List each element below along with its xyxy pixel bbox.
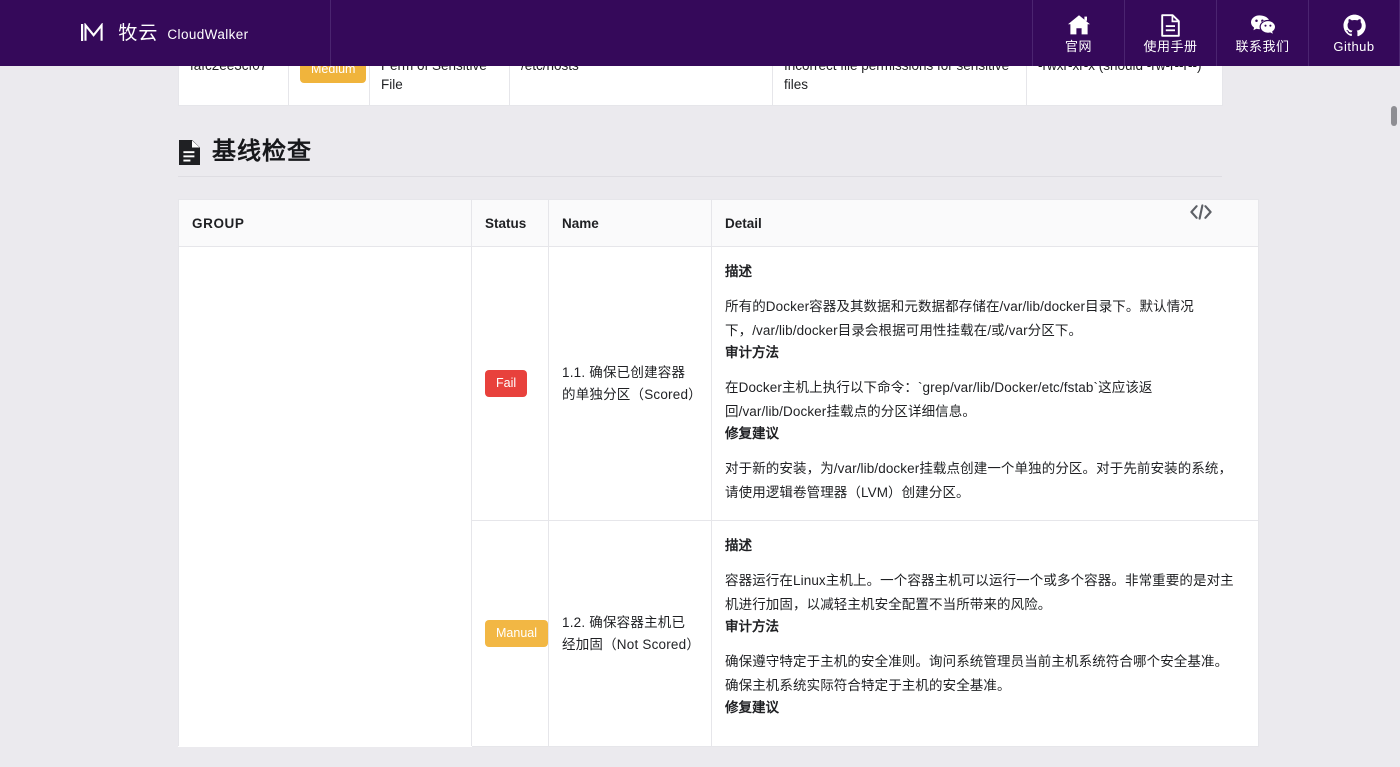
baseline-check-table: GROUP Status Name Detail Fail 1.1. 确保已创建… — [178, 199, 1259, 747]
document-icon — [1161, 13, 1180, 37]
brand-name-en: CloudWalker — [167, 26, 249, 42]
nav-label-official-site: 官网 — [1064, 39, 1092, 54]
github-icon — [1342, 13, 1366, 37]
document-report-icon — [178, 139, 201, 166]
brand-logo[interactable]: 牧云 CloudWalker — [0, 0, 331, 66]
baseline-table-head: GROUP Status Name Detail — [178, 199, 1259, 247]
top-navigation-bar: 牧云 CloudWalker 官网 使用手册 联系我们 Github — [0, 0, 1400, 66]
detail-heading-remediation: 修复建议 — [725, 426, 779, 441]
column-header-name[interactable]: Name — [548, 199, 712, 247]
detail-text-remediation: 对于新的安装，为/var/lib/docker挂载点创建一个单独的分区。对于先前… — [725, 461, 1233, 500]
detail-heading-audit: 审计方法 — [725, 345, 779, 360]
detail-section-remediation: 修复建议 对于新的安装，为/var/lib/docker挂载点创建一个单独的分区… — [725, 424, 1240, 505]
column-header-group[interactable]: GROUP — [178, 199, 472, 247]
cloudwalker-logo-mark — [81, 23, 111, 43]
detail-section-audit: 审计方法 在Docker主机上执行以下命令：`grep/var/lib/Dock… — [725, 343, 1240, 424]
baseline-table-body: Fail 1.1. 确保已创建容器的单独分区（Scored） 描述 所有的Doc… — [178, 246, 1259, 747]
nav-item-manual[interactable]: 使用手册 — [1124, 0, 1216, 66]
status-badge-fail: Fail — [485, 370, 528, 397]
baseline-status-cell: Manual — [471, 520, 549, 747]
detail-heading-description: 描述 — [725, 538, 752, 553]
scrollbar-thumb[interactable] — [1391, 106, 1397, 126]
brand-name-cn: 牧云 — [118, 22, 159, 44]
detail-section-description: 描述 容器运行在Linux主机上。一个容器主机可以运行一个或多个容器。非常重要的… — [725, 536, 1240, 617]
page-title: 基线检查 — [212, 138, 312, 165]
baseline-name-cell: 1.2. 确保容器主机已经加固（Not Scored） — [548, 520, 712, 747]
detail-text-description: 容器运行在Linux主机上。一个容器主机可以运行一个或多个容器。非常重要的是对主… — [725, 573, 1234, 612]
baseline-detail-cell: 描述 所有的Docker容器及其数据和元数据都存储在/var/lib/docke… — [711, 246, 1259, 521]
section-header: 基线检查 — [178, 137, 1222, 177]
baseline-name-cell: 1.1. 确保已创建容器的单独分区（Scored） — [548, 246, 712, 521]
detail-section-audit: 审计方法 确保遵守特定于主机的安全准则。询问系统管理员当前主机系统符合哪个安全基… — [725, 617, 1240, 698]
table-row[interactable]: Fail 1.1. 确保已创建容器的单独分区（Scored） 描述 所有的Doc… — [178, 246, 1259, 747]
detail-section-remediation: 修复建议 — [725, 698, 1240, 717]
wechat-icon — [1250, 13, 1276, 37]
column-header-detail[interactable]: Detail — [711, 199, 1259, 247]
baseline-detail-cell: 描述 容器运行在Linux主机上。一个容器主机可以运行一个或多个容器。非常重要的… — [711, 520, 1259, 747]
baseline-section: 基线检查 — [178, 137, 1222, 177]
nav-item-github[interactable]: Github — [1308, 0, 1400, 66]
nav-items: 官网 使用手册 联系我们 Github — [1032, 0, 1400, 66]
column-header-status[interactable]: Status — [471, 199, 549, 247]
nav-item-contact-us[interactable]: 联系我们 — [1216, 0, 1308, 66]
nav-label-contact-us: 联系我们 — [1235, 39, 1290, 54]
page-body: fafc2ee3cf07 Medium Perm of Sensitive Fi… — [0, 44, 1400, 767]
detail-heading-remediation: 修复建议 — [725, 700, 779, 715]
baseline-group-cell — [178, 246, 472, 747]
detail-text-audit: 确保遵守特定于主机的安全准则。询问系统管理员当前主机系统符合哪个安全基准。确保主… — [725, 654, 1229, 693]
page-scrollbar[interactable] — [1389, 66, 1400, 767]
baseline-status-cell: Fail — [471, 246, 549, 521]
status-badge-manual: Manual — [485, 620, 548, 647]
nav-label-manual: 使用手册 — [1143, 39, 1198, 54]
detail-text-description: 所有的Docker容器及其数据和元数据都存储在/var/lib/docker目录… — [725, 299, 1194, 338]
detail-heading-audit: 审计方法 — [725, 619, 779, 634]
content-column: fafc2ee3cf07 Medium Perm of Sensitive Fi… — [178, 44, 1259, 747]
table-header-row: GROUP Status Name Detail — [178, 199, 1259, 247]
nav-label-github: Github — [1333, 39, 1375, 54]
detail-text-audit: 在Docker主机上执行以下命令：`grep/var/lib/Docker/et… — [725, 380, 1153, 419]
detail-section-description: 描述 所有的Docker容器及其数据和元数据都存储在/var/lib/docke… — [725, 262, 1240, 343]
baseline-table-wrapper: GROUP Status Name Detail Fail 1.1. 确保已创建… — [178, 199, 1259, 747]
detail-heading-description: 描述 — [725, 264, 752, 279]
code-brackets-icon[interactable] — [1190, 204, 1212, 220]
home-icon — [1067, 13, 1091, 37]
nav-item-official-site[interactable]: 官网 — [1032, 0, 1124, 66]
